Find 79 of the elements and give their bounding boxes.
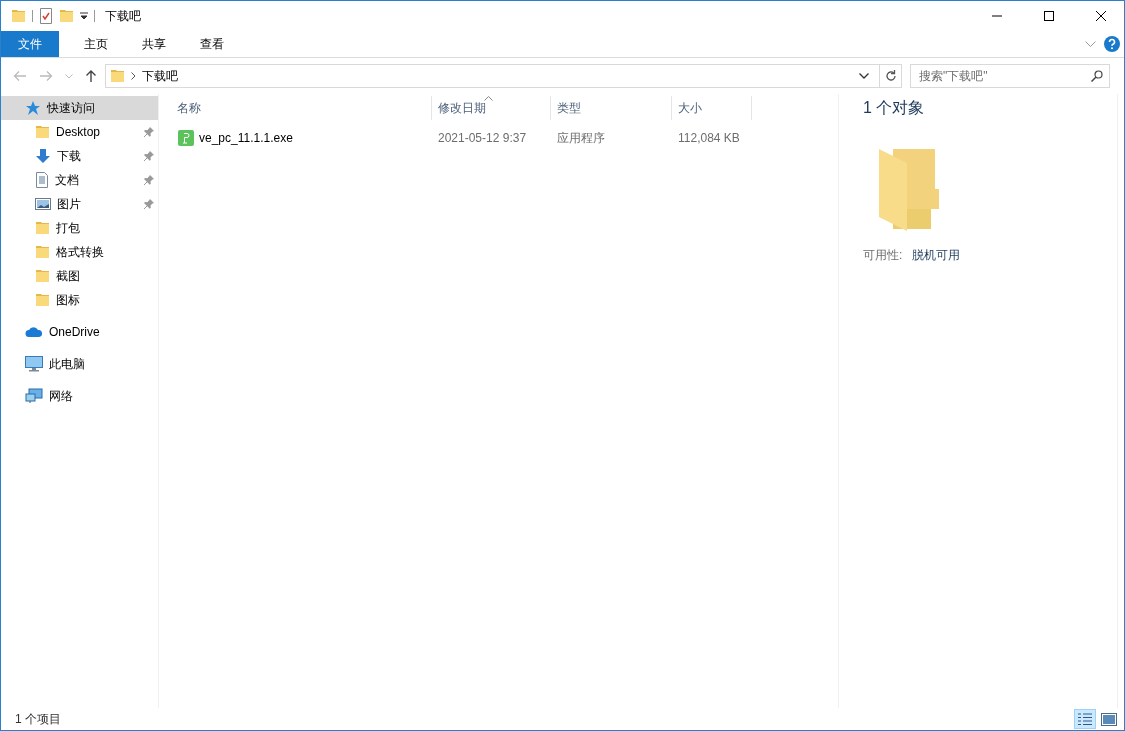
nav-item-label: 截图 [56,267,81,285]
nav-item[interactable]: 格式转换 [1,240,158,264]
up-arrow-icon[interactable] [85,69,97,83]
picture-icon [35,197,51,211]
nav-item[interactable]: Desktop [1,120,158,144]
window-title: 下载吧 [105,7,142,25]
nav-item[interactable]: 截图 [1,264,158,288]
network-icon [25,388,43,404]
folder-icon [35,220,50,236]
app-icon [178,130,194,146]
nav-item[interactable]: 打包 [1,216,158,240]
nav-item[interactable]: 文档 [1,168,158,192]
nav-item[interactable]: 网络 [1,384,158,408]
nav-item[interactable]: 图片 [1,192,158,216]
close-icon [1096,11,1106,21]
ribbon-tab[interactable]: 查看 [185,31,239,57]
table-cell[interactable]: ve_pc_11.1.1.exe [159,126,432,150]
folder-icon [35,124,50,140]
folder-icon [35,244,50,260]
large-icons-view-icon [1101,712,1117,726]
table-cell-text: 应用程序 [556,129,606,147]
nav-item-label: OneDrive [49,325,101,339]
column-header[interactable]: 名称 [159,96,432,120]
folder-icon [110,68,125,84]
nav-item-label: 文档 [55,171,80,189]
ribbon-tab[interactable]: 主页 [69,31,123,57]
refresh-button[interactable] [880,64,902,88]
folder-icon [877,147,939,231]
nav-item-label: 图标 [56,291,81,309]
help-icon[interactable] [1104,36,1120,52]
file-menu-tab[interactable]: 文件 [1,31,59,57]
nav-item-label: 快速访问 [47,99,96,117]
caret-icon[interactable] [80,12,88,20]
property-label: 可用性: [863,247,903,264]
nav-item[interactable]: 快速访问 [1,96,158,120]
nav-item-label: 网络 [49,387,74,405]
search-icon [1091,70,1103,82]
nav-item[interactable]: OneDrive [1,320,158,344]
property-value: 脱机可用 [912,247,961,264]
cloud-icon [25,326,43,338]
column-header[interactable]: 类型 [551,96,672,120]
preview-title: 1 个对象 [863,98,926,118]
pin-icon [144,127,154,137]
chevron-down-icon[interactable] [859,73,869,79]
table-cell-text: 112,084 KB [677,130,741,147]
pin-icon [144,199,154,209]
folder-icon [35,268,50,284]
folder-icon [35,292,50,308]
table-cell-text: 2021-05-12 9:37 [437,130,528,147]
nav-item[interactable]: 此电脑 [1,352,158,376]
search-field[interactable]: 搜索"下载吧" [910,64,1110,88]
nav-item-label: 图片 [57,195,82,213]
breadcrumb[interactable]: 下载吧 [142,67,178,85]
status-text: 1 个项目 [15,710,62,728]
file-name: ve_pc_11.1.1.exe [199,131,293,145]
star-icon [25,100,41,116]
nav-item-label: 格式转换 [56,243,105,261]
refresh-icon [884,70,897,82]
chevron-right-icon [131,72,136,80]
nav-item[interactable]: 下载 [1,144,158,168]
ribbon-tab[interactable]: 共享 [127,31,181,57]
nav-item-label: 此电脑 [49,355,86,373]
column-header[interactable]: 修改日期 [432,96,551,120]
nav-item-label: 打包 [56,219,81,237]
maximize-icon [1044,11,1054,21]
pin-icon [144,175,154,185]
details-view-icon [1077,712,1093,726]
monitor-icon [25,356,43,372]
address-bar[interactable]: 下载吧 [105,64,880,88]
pin-icon [144,151,154,161]
details-view-button[interactable] [1074,709,1096,729]
nav-item-label: Desktop [56,125,102,139]
down-arrow-icon [35,148,51,164]
column-header[interactable]: 大小 [672,96,752,120]
nav-item-label: 下载 [57,147,82,165]
document-icon [35,172,49,188]
nav-item[interactable]: 图标 [1,288,158,312]
folder-icon [11,8,26,24]
properties-icon[interactable] [39,8,53,24]
